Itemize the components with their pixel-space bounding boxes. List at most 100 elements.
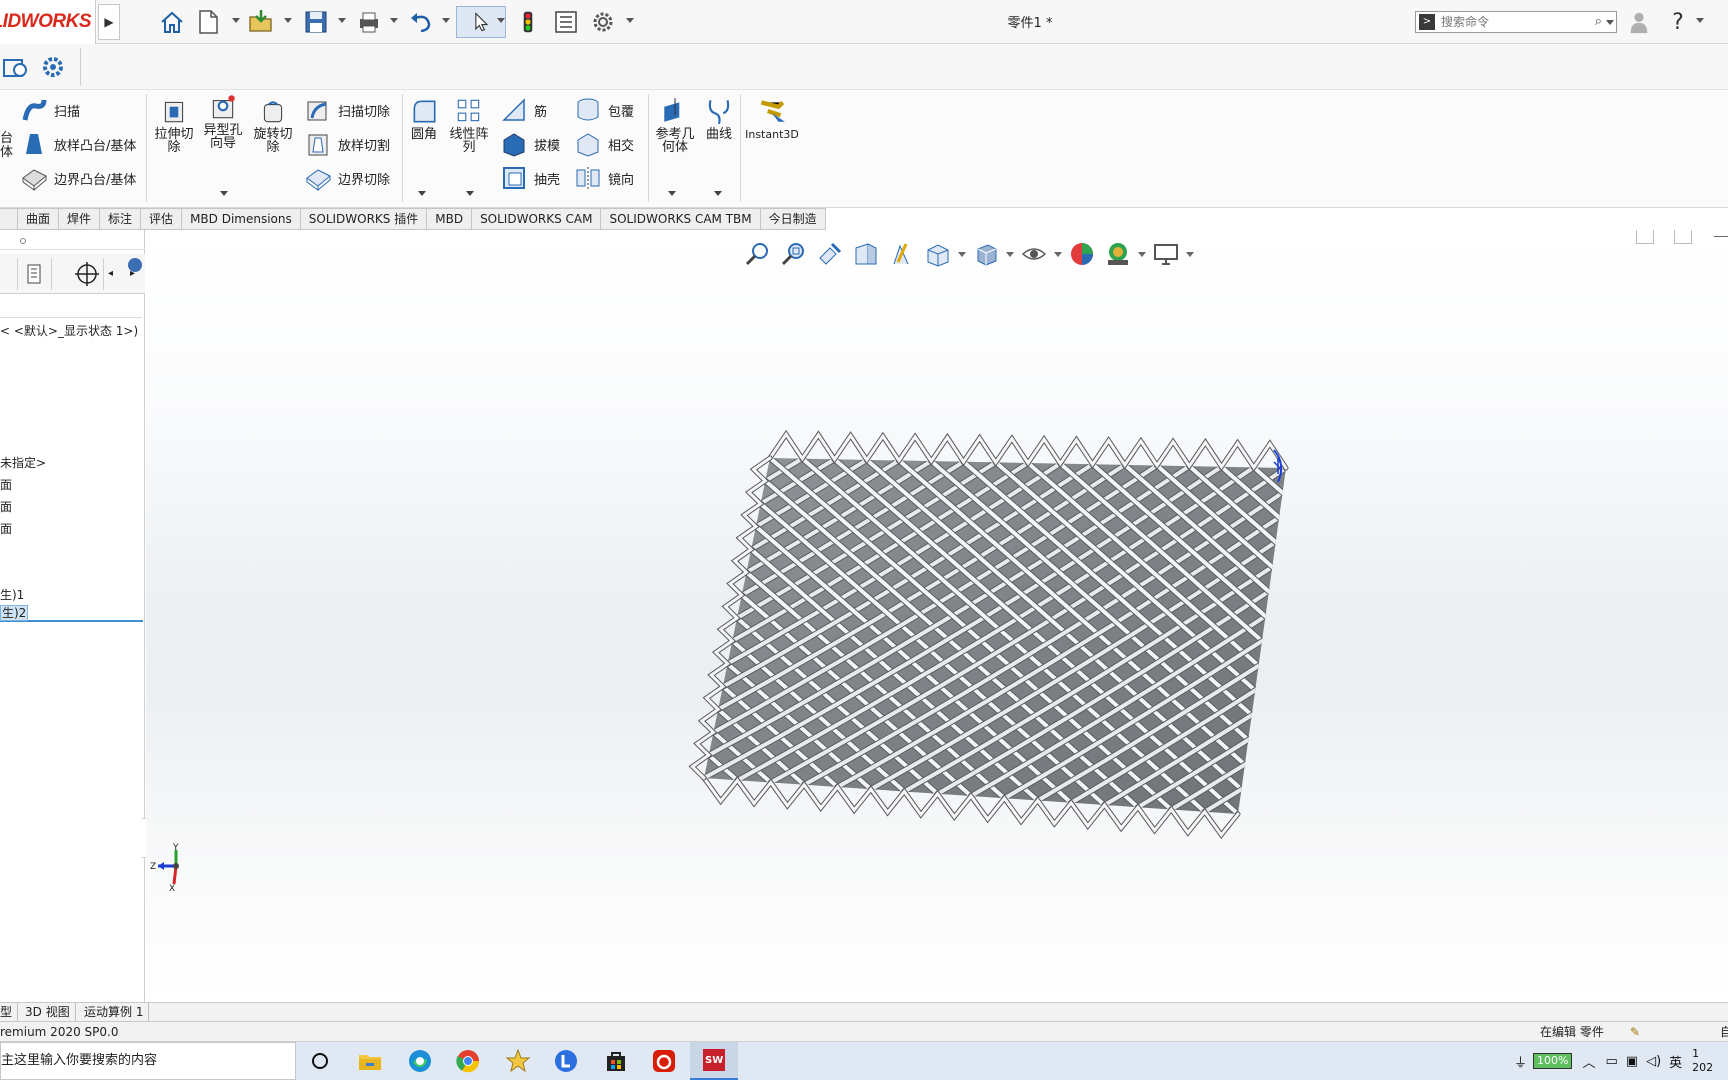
tab-features-partial[interactable] (0, 208, 18, 230)
microsoft-store-icon[interactable] (592, 1042, 640, 1080)
select-dropdown-icon[interactable] (497, 18, 505, 24)
task-view-icon[interactable] (296, 1042, 344, 1080)
tree-right-plane[interactable]: 面 (0, 520, 12, 537)
options-dropdown-icon[interactable] (626, 18, 634, 24)
show-hidden-icons-icon[interactable]: ︿ (1582, 1052, 1595, 1071)
volume-icon[interactable]: ◁) (1646, 1054, 1661, 1069)
favorites-star-icon[interactable] (494, 1042, 542, 1080)
curves-dropdown-icon[interactable] (714, 191, 722, 197)
rebuild-traffic-light-icon[interactable] (516, 6, 540, 38)
options-gear-icon[interactable] (588, 6, 618, 38)
taskbar-search-box[interactable]: 主这里输入你要搜索的内容 (0, 1042, 296, 1080)
tree-filter-bar[interactable] (0, 296, 142, 318)
fillet-button[interactable]: 圆角 (406, 96, 442, 141)
tab-motion-study-1[interactable]: 运动算例 1 (79, 1003, 150, 1021)
revolve-cut-button[interactable]: 旋转切 除 (250, 96, 296, 154)
search-icon[interactable]: ⌕ (1595, 14, 1602, 29)
network-icon[interactable]: ▣ (1626, 1054, 1638, 1069)
property-manager-icon[interactable] (18, 258, 52, 290)
tree-top-plane[interactable]: 面 (0, 498, 12, 515)
search-input[interactable] (1441, 15, 1581, 29)
tab-surfaces[interactable]: 曲面 (18, 208, 60, 230)
tab-weldments[interactable]: 焊件 (59, 208, 101, 230)
tree-feature-2-selected[interactable]: 生)2 (0, 604, 143, 622)
tab-evaluate[interactable]: 评估 (141, 208, 183, 230)
file-properties-icon[interactable] (552, 6, 580, 38)
boundary-boss-button[interactable]: 边界凸台/基体 (20, 164, 136, 192)
instant3d-button[interactable]: Instant3D (744, 96, 800, 141)
lofted-cut-button[interactable]: 放样切割 (304, 130, 390, 158)
edge-browser-icon[interactable] (396, 1042, 444, 1080)
tab-mbd-dimensions[interactable]: MBD Dimensions (182, 208, 301, 230)
shell-button[interactable]: 抽壳 (500, 164, 560, 192)
tree-feature-1[interactable]: 生)1 (0, 586, 24, 603)
draft-button[interactable]: 拔模 (500, 130, 560, 158)
tree-display-state[interactable]: < <默认>_显示状态 1>) (0, 322, 138, 339)
solidworks-2020-taskbar-icon[interactable]: SW (690, 1042, 738, 1080)
tab-markup[interactable]: 标注 (100, 208, 142, 230)
undo-icon[interactable] (406, 6, 436, 38)
tab-solidworks-cam-tbm[interactable]: SOLIDWORKS CAM TBM (601, 208, 761, 230)
command-search-field[interactable]: > ⌕ (1415, 11, 1617, 33)
swept-cut-button[interactable]: 扫描切除 (304, 96, 390, 124)
reference-dropdown-icon[interactable] (668, 191, 676, 197)
blue-l-app-icon[interactable] (542, 1042, 590, 1080)
cut-group-dropdown-icon[interactable] (220, 191, 228, 197)
undo-dropdown-icon[interactable] (442, 18, 450, 24)
tab-solidworks-addins[interactable]: SOLIDWORKS 插件 (300, 208, 428, 230)
rib-button[interactable]: 筋 (500, 96, 547, 124)
battery-indicator[interactable]: 100% (1533, 1053, 1573, 1069)
configuration-manager-icon[interactable] (70, 258, 104, 290)
graphics-area[interactable]: Z Y X (146, 230, 1728, 1002)
tab-model[interactable]: 型 (0, 1003, 19, 1021)
solidworks-logo[interactable]: LIDWORKS (0, 0, 96, 44)
clock[interactable]: 1 202 (1692, 1047, 1713, 1075)
input-method-indicator[interactable]: 英 (1669, 1052, 1682, 1071)
pattern-dropdown-icon[interactable] (466, 191, 474, 197)
help-icon[interactable]: ? (1668, 6, 1688, 38)
loft-boss-button[interactable]: 放样凸台/基体 (20, 130, 136, 158)
new-dropdown-icon[interactable] (232, 18, 240, 24)
tree-front-plane[interactable]: 面 (0, 476, 12, 493)
tab-3d-views[interactable]: 3D 视图 (20, 1003, 76, 1021)
feature-library-icon[interactable] (0, 51, 30, 83)
tab-mbd[interactable]: MBD (427, 208, 473, 230)
open-folder-icon[interactable] (244, 6, 278, 38)
rebuild-status-icon[interactable]: ✎ (1630, 1022, 1640, 1042)
panel-splitter[interactable] (0, 234, 145, 250)
user-account-icon[interactable] (1626, 6, 1652, 38)
menu-expand-arrow-icon[interactable]: ▶ (98, 4, 120, 40)
wire-mesh-model[interactable] (146, 230, 1728, 1002)
tab-manufacturing-today[interactable]: 今日制造 (760, 208, 826, 230)
open-dropdown-icon[interactable] (284, 18, 292, 24)
fillet-dropdown-icon[interactable] (418, 191, 426, 197)
tab-solidworks-cam[interactable]: SOLIDWORKS CAM (472, 208, 602, 230)
curves-button[interactable]: 曲线 (702, 96, 736, 141)
settings-gear-icon[interactable] (38, 51, 68, 83)
print-dropdown-icon[interactable] (390, 18, 398, 24)
hole-wizard-button[interactable]: 异型孔 向导 (200, 92, 246, 150)
search-dropdown-icon[interactable] (1606, 20, 1614, 26)
save-icon[interactable] (300, 6, 332, 38)
appearance-sphere-icon[interactable] (128, 258, 142, 272)
print-icon[interactable] (354, 6, 384, 38)
units-status[interactable]: 自 (1720, 1022, 1728, 1042)
battery-icon[interactable]: ▭ (1605, 1054, 1617, 1069)
new-document-icon[interactable] (194, 6, 222, 38)
feature-tree-tab-partial[interactable] (0, 258, 18, 290)
save-dropdown-icon[interactable] (338, 18, 346, 24)
wrap-button[interactable]: 包覆 (574, 96, 634, 124)
intersect-button[interactable]: 相交 (574, 130, 634, 158)
extrude-boss-partial-label[interactable]: 台 体 (0, 132, 13, 160)
sweep-button[interactable]: 扫描 (20, 96, 80, 124)
home-icon[interactable] (156, 6, 188, 38)
mirror-button[interactable]: 镜向 (574, 164, 634, 192)
extrude-cut-button[interactable]: 拉伸切 除 (152, 96, 196, 154)
chrome-browser-icon[interactable] (444, 1042, 492, 1080)
power-plug-icon[interactable]: ⏚ (1514, 1052, 1527, 1071)
tree-material[interactable]: 未指定> (0, 454, 46, 471)
reference-geometry-button[interactable]: 参考几 何体 (652, 96, 698, 154)
netease-music-icon[interactable] (640, 1042, 688, 1080)
boundary-cut-button[interactable]: 边界切除 (304, 164, 390, 192)
help-dropdown-icon[interactable] (1696, 18, 1704, 24)
